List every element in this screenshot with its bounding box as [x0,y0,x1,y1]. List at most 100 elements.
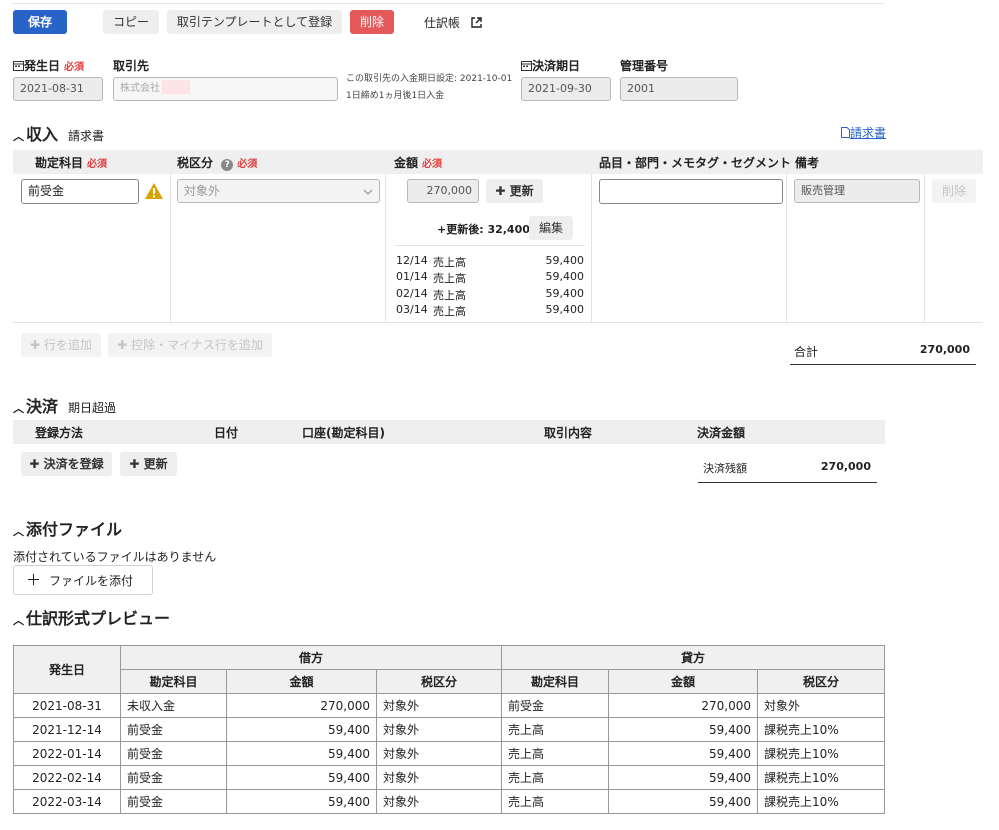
partner-redacted [162,80,190,94]
plus-icon: ✚ [29,457,40,471]
issue-date-input[interactable]: 2021-08-31 [13,77,103,101]
add-row-button[interactable]: ✚ 行を追加 [21,333,101,357]
journal-link-label: 仕訳帳 [424,16,461,30]
table-row: 2021-12-14 前受金 59,400 対象外 売上高 59,400 課税売上10% [13,717,885,742]
after-update-amount: +更新後: 32,400 [437,223,530,236]
preview-section-title[interactable]: ︿ 仕訳形式プレビュー [13,605,170,629]
attach-file-button[interactable]: ＋ファイルを添付 [13,565,153,595]
col-content: 取引内容 [544,426,593,440]
income-subtitle: 請求書 [68,129,105,143]
schedule-divider [395,245,585,246]
schedule-date: 12/14 [396,254,428,267]
total-value: 270,000 [919,343,970,356]
table-row: 2022-01-14 前受金 59,400 対象外 売上高 59,400 課税売上10% [13,741,885,766]
schedule-date: 01/14 [396,270,428,283]
calendar-icon [13,61,24,71]
col-divider [170,174,171,322]
col-divider [786,174,787,322]
external-link-icon [471,17,482,28]
partner-closing-note: 1日締め1ヵ月後1日入金 [346,91,445,101]
partner-input[interactable]: 株式会社 [113,77,338,101]
amount-update-button[interactable]: ✚ 更新 [486,179,543,203]
save-button[interactable]: 保存 [13,10,67,34]
preview-date-header: 発生日 [13,645,121,694]
schedule-amount: 59,400 [545,303,585,316]
schedule-date: 02/14 [396,287,428,300]
amount-input[interactable]: 270,000 [407,179,479,203]
col-divider [591,174,592,322]
partner-due-note: この取引先の入金期日設定: 2021-10-01 [346,74,513,84]
row-delete-button[interactable]: 削除 [932,179,976,203]
copy-button[interactable]: コピー [103,10,159,34]
preview-sub-header: 勘定科目 [120,669,227,694]
plus-icon: ✚ [129,457,140,471]
chevron-up-icon: ︿ [13,130,24,143]
warning-icon [145,183,163,199]
col-remarks: 備考 [795,156,820,170]
top-divider [12,3,884,4]
row-divider [13,322,983,323]
document-icon [841,127,850,138]
schedule-amount: 59,400 [545,270,585,283]
income-section-title[interactable]: ︿ 収入 請求書 [13,121,104,145]
journal-preview-table: 発生日 借方 貸方 勘定科目 金額 税区分 勘定科目 金額 税区分 2021-0… [13,645,885,814]
income-table-header [13,150,983,174]
partner-value: 株式会社 [120,83,160,94]
preview-sub-header: 税区分 [757,669,885,694]
col-date: 日付 [214,426,239,440]
total-underline [790,364,976,365]
preview-debit-header: 借方 [120,645,502,670]
invoice-link[interactable]: 請求書 [841,124,886,141]
col-divider [385,174,386,322]
add-minus-row-button[interactable]: ✚ 控除・マイナス行を追加 [108,333,272,357]
calendar-icon [521,61,532,71]
due-date-input[interactable]: 2021-09-30 [521,77,611,101]
attachments-section-title[interactable]: ︿ 添付ファイル [13,516,122,540]
delete-button[interactable]: 削除 [350,10,394,34]
edit-button[interactable]: 編集 [529,216,573,240]
chevron-up-icon: ︿ [13,614,24,627]
issue-date-label: 発生日 必須 [13,57,84,74]
schedule-account: 売上高 [433,289,466,302]
schedule-amount: 59,400 [545,287,585,300]
required-badge: 必須 [64,62,85,73]
col-settle-account: 口座(勘定科目) [302,426,385,440]
preview-sub-header: 金額 [608,669,758,694]
col-account: 勘定科目 必須 [35,156,108,170]
preview-sub-header: 税区分 [376,669,502,694]
table-row: 2022-03-14 前受金 59,400 対象外 売上高 59,400 課税売上10% [13,789,885,814]
table-row: 2021-08-31 未収入金 270,000 対象外 前受金 270,000 対象外 [13,693,885,718]
settlement-section-title[interactable]: ︿ 決済 期日超過 [13,393,116,417]
register-settlement-button[interactable]: ✚ 決済を登録 [21,452,112,476]
preview-sub-header: 勘定科目 [501,669,609,694]
settlement-update-button[interactable]: ✚ 更新 [120,452,177,476]
plus-icon: ✚ [495,184,506,198]
chevron-down-icon [363,189,373,195]
help-icon[interactable]: ? [221,159,234,171]
items-input[interactable] [599,179,783,204]
col-items: 品目・部門・メモタグ・セグメント [599,156,792,170]
chevron-up-icon: ︿ [13,402,24,415]
chevron-up-icon: ︿ [13,525,24,538]
due-date-label: 決済期日 [521,57,580,74]
manage-no-input[interactable]: 2001 [620,77,738,101]
journal-link[interactable]: 仕訳帳 [424,14,483,31]
col-settle-amount: 決済金額 [697,426,746,440]
tax-select-value: 対象外 [184,184,221,198]
schedule-amount: 59,400 [545,254,585,267]
remarks-input[interactable]: 販売管理 [794,179,920,203]
col-amount: 金額 必須 [394,156,443,170]
tax-select[interactable]: 対象外 [177,179,380,203]
plus-icon: ＋ [26,571,42,589]
schedule-account: 売上高 [433,305,466,318]
balance-value: 270,000 [820,460,871,473]
plus-icon: ✚ [30,338,41,352]
account-input[interactable]: 前受金 [21,179,139,204]
schedule-date: 03/14 [396,303,428,316]
balance-label: 決済残額 [703,462,747,475]
schedule-account: 売上高 [433,272,466,285]
schedule-account: 売上高 [433,256,466,269]
register-template-button[interactable]: 取引テンプレートとして登録 [167,10,342,34]
manage-no-label: 管理番号 [620,59,669,73]
preview-sub-header: 金額 [226,669,377,694]
